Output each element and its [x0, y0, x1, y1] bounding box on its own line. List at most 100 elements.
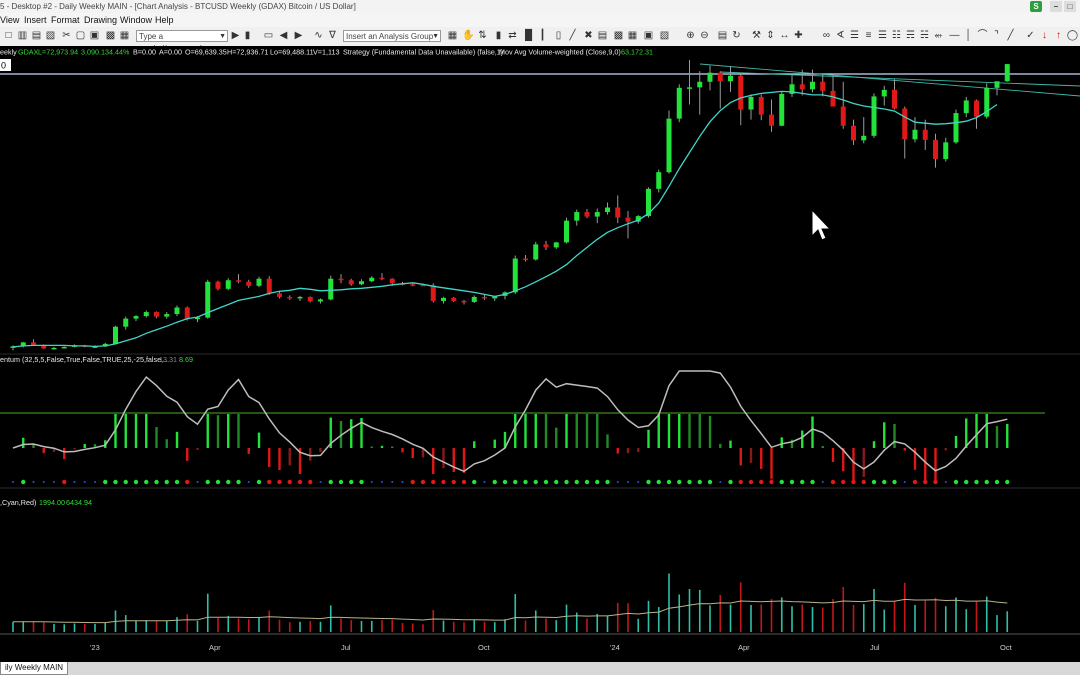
scroll-left-icon[interactable]: ◀ — [277, 30, 290, 42]
momentum-bar — [175, 431, 179, 448]
workspace-tab-label: ily Weekly MAIN — [5, 663, 64, 672]
text-tool-icon[interactable]: ⌝ — [990, 30, 1003, 42]
window-title: 5 - Desktop #2 - Daily Weekly MAIN - [Ch… — [0, 2, 356, 11]
point-figure-icon[interactable]: ✖ — [582, 30, 595, 42]
indicator-icon[interactable]: ∿ — [312, 30, 325, 42]
new-window-icon[interactable]: □ — [2, 30, 15, 42]
drawing-bar-icon[interactable]: ▩ — [612, 30, 625, 42]
candle-bull — [61, 346, 67, 349]
strategy-icon[interactable]: ∇ — [326, 30, 339, 42]
momentum-bar — [862, 448, 865, 477]
pencil-icon[interactable]: ✓ — [1024, 30, 1037, 42]
momentum-bar — [995, 426, 999, 448]
momentum-dot — [401, 481, 404, 483]
workspace-tab[interactable]: ily Weekly MAIN — [0, 662, 69, 675]
line-chart-icon[interactable]: ╱ — [566, 30, 579, 42]
copy-icon[interactable]: ▢ — [74, 30, 87, 42]
candle-bull — [441, 297, 446, 301]
momentum-dot — [861, 479, 866, 485]
insert-bar-icon[interactable]: ▮ — [492, 30, 505, 42]
data-window-icon[interactable]: ▧ — [658, 30, 671, 42]
menu-insert[interactable]: Insert — [24, 13, 47, 27]
hline-grid-icon[interactable]: ☰ — [848, 30, 861, 42]
menu-format[interactable]: Format — [51, 13, 80, 27]
chart-type-icon[interactable]: ▮ — [241, 30, 254, 42]
bar-interval-icon[interactable]: ▭ — [262, 30, 275, 42]
candle-bull — [143, 312, 149, 317]
cycle-icon[interactable]: ☵ — [918, 30, 931, 42]
menu-view[interactable]: View — [0, 13, 19, 27]
trendline-icon[interactable]: ╱ — [1004, 30, 1017, 42]
tools-icon[interactable]: ⚒ — [750, 30, 763, 42]
open-icon[interactable]: ▥ — [16, 30, 29, 42]
volume-bar — [883, 609, 886, 632]
scale-icon[interactable]: ⇕ — [764, 30, 777, 42]
candle-bull — [359, 281, 364, 285]
momentum-bar — [524, 414, 527, 448]
sync-icon[interactable]: ⇄ — [506, 30, 519, 42]
momentum-dot — [513, 479, 518, 485]
refresh-icon[interactable]: ↻ — [730, 30, 743, 42]
symbol-input[interactable]: Type a symbol/command ▼ — [136, 30, 228, 53]
space-icon[interactable]: ↔ — [778, 30, 791, 42]
zoom-in-icon[interactable]: ⊕ — [684, 30, 697, 42]
analysis-group-input[interactable]: Insert an Analysis Group ▼ — [343, 30, 441, 42]
fib-ext-icon[interactable]: ☷ — [890, 30, 903, 42]
channel-icon[interactable]: ≡ — [862, 30, 875, 42]
momentum-dot — [759, 479, 764, 485]
arrow-up-icon[interactable]: ↑ — [1052, 30, 1065, 42]
gann-icon[interactable]: ∢ — [834, 30, 847, 42]
ellipse-icon[interactable]: ◯ — [1066, 30, 1079, 42]
volume-bar — [791, 606, 793, 632]
cut-icon[interactable]: ✂ — [60, 30, 73, 42]
pitchfork-icon[interactable]: ⬴ — [932, 30, 945, 42]
horizontal-line-icon[interactable]: — — [948, 30, 961, 42]
volume-bar — [309, 620, 312, 632]
momentum-dot — [431, 479, 436, 485]
menu-window[interactable]: Window — [120, 13, 152, 27]
momentum-dot — [974, 479, 979, 485]
chart-icon[interactable]: ▩ — [104, 30, 117, 42]
bar-chart-icon[interactable]: █ — [522, 30, 535, 42]
candle-chart-icon[interactable]: ▯ — [552, 30, 565, 42]
volume-bar — [165, 620, 168, 632]
candle-bear — [922, 129, 928, 140]
speed-icon[interactable]: ☴ — [904, 30, 917, 42]
session-badge[interactable]: S — [1030, 1, 1042, 12]
print-icon[interactable]: ▧ — [44, 30, 57, 42]
candle-bull — [512, 258, 518, 293]
fib-icon[interactable]: ☰ — [876, 30, 889, 42]
save-icon[interactable]: ▤ — [30, 30, 43, 42]
analysis-apply-icon[interactable]: ▦ — [446, 30, 459, 42]
arrange-icon[interactable]: ▦ — [626, 30, 639, 42]
candle-bull — [51, 347, 57, 350]
crosshair-icon[interactable]: ✚ — [792, 30, 805, 42]
compare-icon[interactable]: ⇅ — [476, 30, 489, 42]
scroll-right-icon[interactable]: ▶ — [292, 30, 305, 42]
menu-help[interactable]: Help — [155, 13, 174, 27]
momentum-dot — [584, 479, 590, 485]
format-window-icon[interactable]: ▤ — [716, 30, 729, 42]
symbol-dropdown-icon[interactable]: ▼ — [219, 31, 226, 43]
chart-area[interactable]: eekly GDAX L=72,973.94 3,090.13 4.44% B=… — [0, 46, 1080, 662]
format-bars-icon[interactable]: ▤ — [596, 30, 609, 42]
volume-bar — [504, 619, 506, 632]
zoom-out-icon[interactable]: ⊖ — [698, 30, 711, 42]
vertical-line-icon[interactable]: │ — [962, 30, 975, 42]
magnet-icon[interactable]: ∞ — [820, 30, 833, 42]
restore-button[interactable]: □ — [1064, 1, 1076, 12]
style-icon[interactable]: ▣ — [642, 30, 655, 42]
arc-icon[interactable]: ⌒ — [976, 30, 989, 42]
menu-drawing[interactable]: Drawing — [84, 13, 117, 27]
arrow-down-icon[interactable]: ↓ — [1038, 30, 1051, 42]
paste-icon[interactable]: ▣ — [88, 30, 101, 42]
ohlc-icon[interactable]: ┃ — [536, 30, 549, 42]
grid-icon[interactable]: ▦ — [118, 30, 131, 42]
volume-bar — [155, 620, 158, 632]
momentum-dot — [697, 479, 702, 485]
analysis-group-dropdown-icon[interactable]: ▼ — [432, 31, 439, 43]
volume-bar — [278, 619, 281, 632]
hand-icon[interactable]: ✋ — [462, 30, 475, 42]
momentum-bar — [688, 414, 691, 448]
minimize-button[interactable]: – — [1050, 1, 1062, 12]
